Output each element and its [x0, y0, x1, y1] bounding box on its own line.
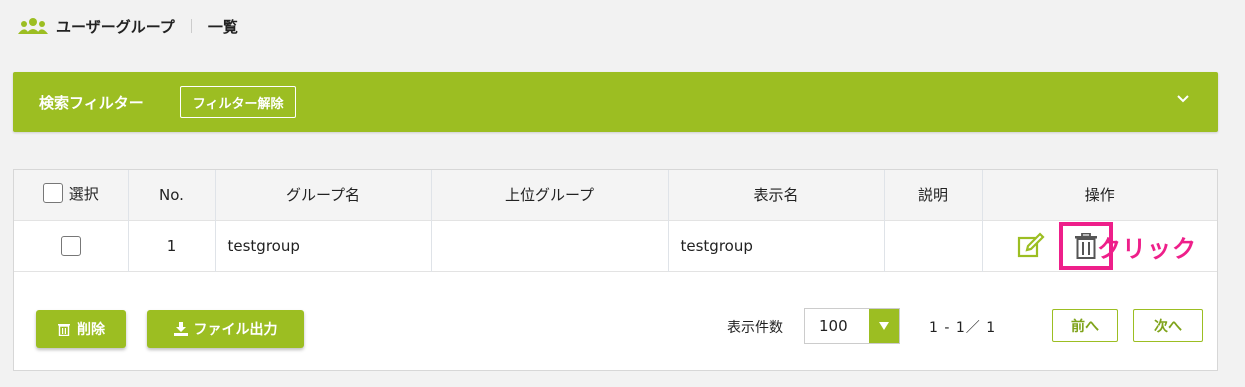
per-page-select[interactable]: 100 [804, 308, 900, 344]
group-table-card: 選択 No. グループ名 上位グループ 表示名 説明 操作 1 testgrou… [13, 169, 1218, 371]
column-operations: 操作 [1084, 186, 1115, 205]
table-header-row: 選択 No. グループ名 上位グループ 表示名 説明 操作 [14, 170, 1217, 220]
page-title: ユーザーグループ [56, 17, 175, 36]
table-row: 1 testgroup testgroup [14, 220, 1217, 271]
row-description [884, 220, 983, 271]
search-filter-bar[interactable]: 検索フィルター フィルター解除 [13, 72, 1218, 132]
column-parent-group: 上位グループ [431, 170, 669, 220]
export-file-button[interactable]: ファイル出力 [147, 310, 304, 348]
select-header-label: 選択 [68, 184, 99, 203]
select-all-checkbox[interactable] [42, 183, 63, 203]
bulk-delete-label: 削除 [77, 322, 105, 338]
row-parent-group [431, 220, 669, 271]
header-divider [190, 19, 192, 33]
page-subtitle: 一覧 [207, 17, 238, 36]
per-page-label: 表示件数 [727, 320, 783, 336]
row-group-name: testgroup [215, 220, 432, 271]
per-page-value: 100 [819, 317, 848, 335]
prev-page-button[interactable]: 前へ [1052, 309, 1118, 342]
row-display-name: testgroup [668, 220, 885, 271]
column-select: 選択 [14, 170, 129, 220]
users-icon [18, 18, 48, 34]
column-no: No. [128, 170, 216, 220]
click-annotation-label: クリック [1097, 235, 1197, 263]
bulk-delete-button[interactable]: 削除 [36, 310, 126, 348]
export-file-label: ファイル出力 [193, 322, 278, 338]
filter-clear-button[interactable]: フィルター解除 [179, 86, 297, 118]
page-header: ユーザーグループ 一覧 [18, 12, 238, 40]
pagination-range: 1 - 1／ 1 [929, 320, 997, 336]
chevron-down-icon[interactable] [1176, 92, 1190, 106]
row-checkbox[interactable] [60, 235, 81, 256]
row-no: 1 [128, 220, 216, 271]
trash-icon [1074, 232, 1097, 259]
filter-title: 検索フィルター [39, 93, 144, 112]
row-select-cell [14, 220, 129, 271]
group-table: 選択 No. グループ名 上位グループ 表示名 説明 操作 1 testgrou… [14, 170, 1217, 272]
column-group-name: グループ名 [215, 170, 432, 220]
dropdown-arrow-icon [869, 309, 899, 343]
table-footer: 削除 ファイル出力 表示件数 100 1 - 1／ 1 前へ 次へ [14, 282, 1217, 372]
column-display-name: 表示名 [668, 170, 885, 220]
trash-icon [58, 324, 70, 336]
next-page-button[interactable]: 次へ [1133, 309, 1203, 342]
edit-icon[interactable] [1017, 231, 1045, 260]
column-description: 説明 [884, 170, 983, 220]
download-icon [173, 322, 188, 336]
